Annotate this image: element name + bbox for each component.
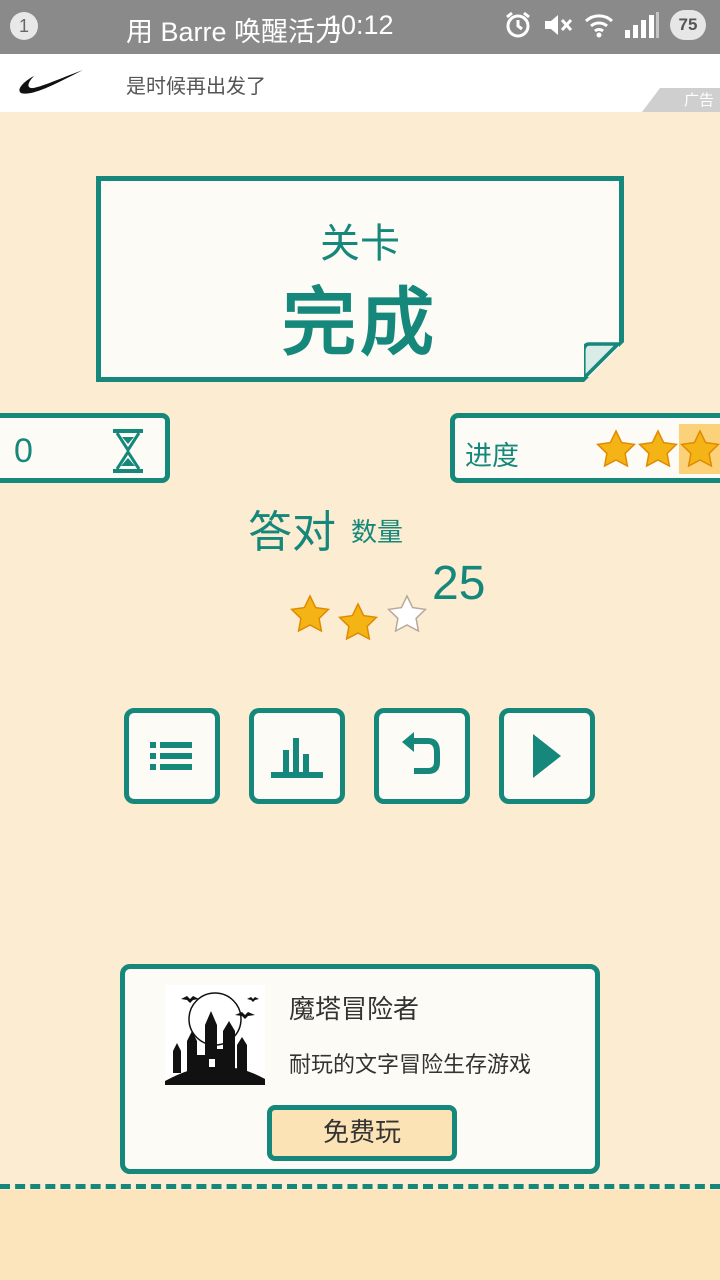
signal-icon (624, 12, 660, 38)
level-list-button[interactable] (124, 708, 220, 804)
leaderboard-button[interactable] (249, 708, 345, 804)
hourglass-icon (112, 428, 144, 478)
star-empty-icon (386, 594, 428, 633)
status-bar: 1 用 Barre 唤醒活力 10:12 75 (0, 0, 720, 54)
progress-star-2 (637, 424, 679, 474)
promo-card[interactable]: 魔塔冒险者 耐玩的文字冒险生存游戏 免费玩 (120, 964, 600, 1174)
footer-divider (0, 1184, 720, 1189)
progress-panel: 进度 (450, 413, 720, 483)
free-play-button[interactable]: 免费玩 (267, 1105, 457, 1161)
ad-tag-label: 广告 (683, 91, 714, 109)
star-filled-icon (596, 429, 636, 468)
retry-button[interactable] (374, 708, 470, 804)
answer-stars (290, 594, 428, 641)
star-filled-icon (290, 594, 331, 633)
notification-count-badge: 1 (10, 12, 38, 40)
timer-panel: 0 (0, 413, 170, 483)
promo-title: 魔塔冒险者 (289, 995, 420, 1025)
haunted-castle-icon (165, 985, 265, 1085)
timer-value: 0 (14, 432, 33, 470)
footer-area (0, 1190, 720, 1280)
ad-banner[interactable]: 是时候再出发了 广告 (0, 54, 720, 112)
notification-title: 用 Barre 唤醒活力 (126, 17, 343, 47)
status-time: 10:12 (326, 10, 394, 40)
status-icons: 75 (504, 10, 706, 40)
star-filled-icon (638, 429, 678, 468)
progress-label: 进度 (465, 441, 519, 472)
progress-star-1 (595, 424, 637, 474)
level-title-small: 关卡 (320, 221, 400, 267)
mute-icon (542, 11, 574, 39)
wifi-icon (584, 12, 614, 38)
correct-answers-label: 答对 (248, 507, 336, 558)
bar-chart-icon (271, 738, 323, 778)
next-level-button[interactable] (499, 708, 595, 804)
play-icon (533, 734, 561, 778)
level-complete-card: 关卡 完成 (96, 176, 624, 382)
correct-answers-count: 25 (432, 557, 486, 610)
ad-tag: 广告 (642, 88, 720, 112)
level-title-large: 完成 (282, 280, 438, 366)
star-filled-icon (680, 429, 720, 468)
battery-indicator: 75 (670, 10, 706, 40)
page-fold-icon (584, 342, 624, 382)
list-icon (150, 742, 192, 770)
ad-subtitle: 是时候再出发了 (126, 74, 266, 98)
correct-answers-sublabel: 数量 (351, 518, 404, 548)
progress-star-3 (679, 424, 720, 474)
progress-stars (595, 424, 720, 474)
alarm-icon (504, 11, 532, 39)
promo-description: 耐玩的文字冒险生存游戏 (289, 1053, 532, 1078)
undo-icon (402, 732, 440, 774)
star-filled-icon (337, 602, 379, 641)
